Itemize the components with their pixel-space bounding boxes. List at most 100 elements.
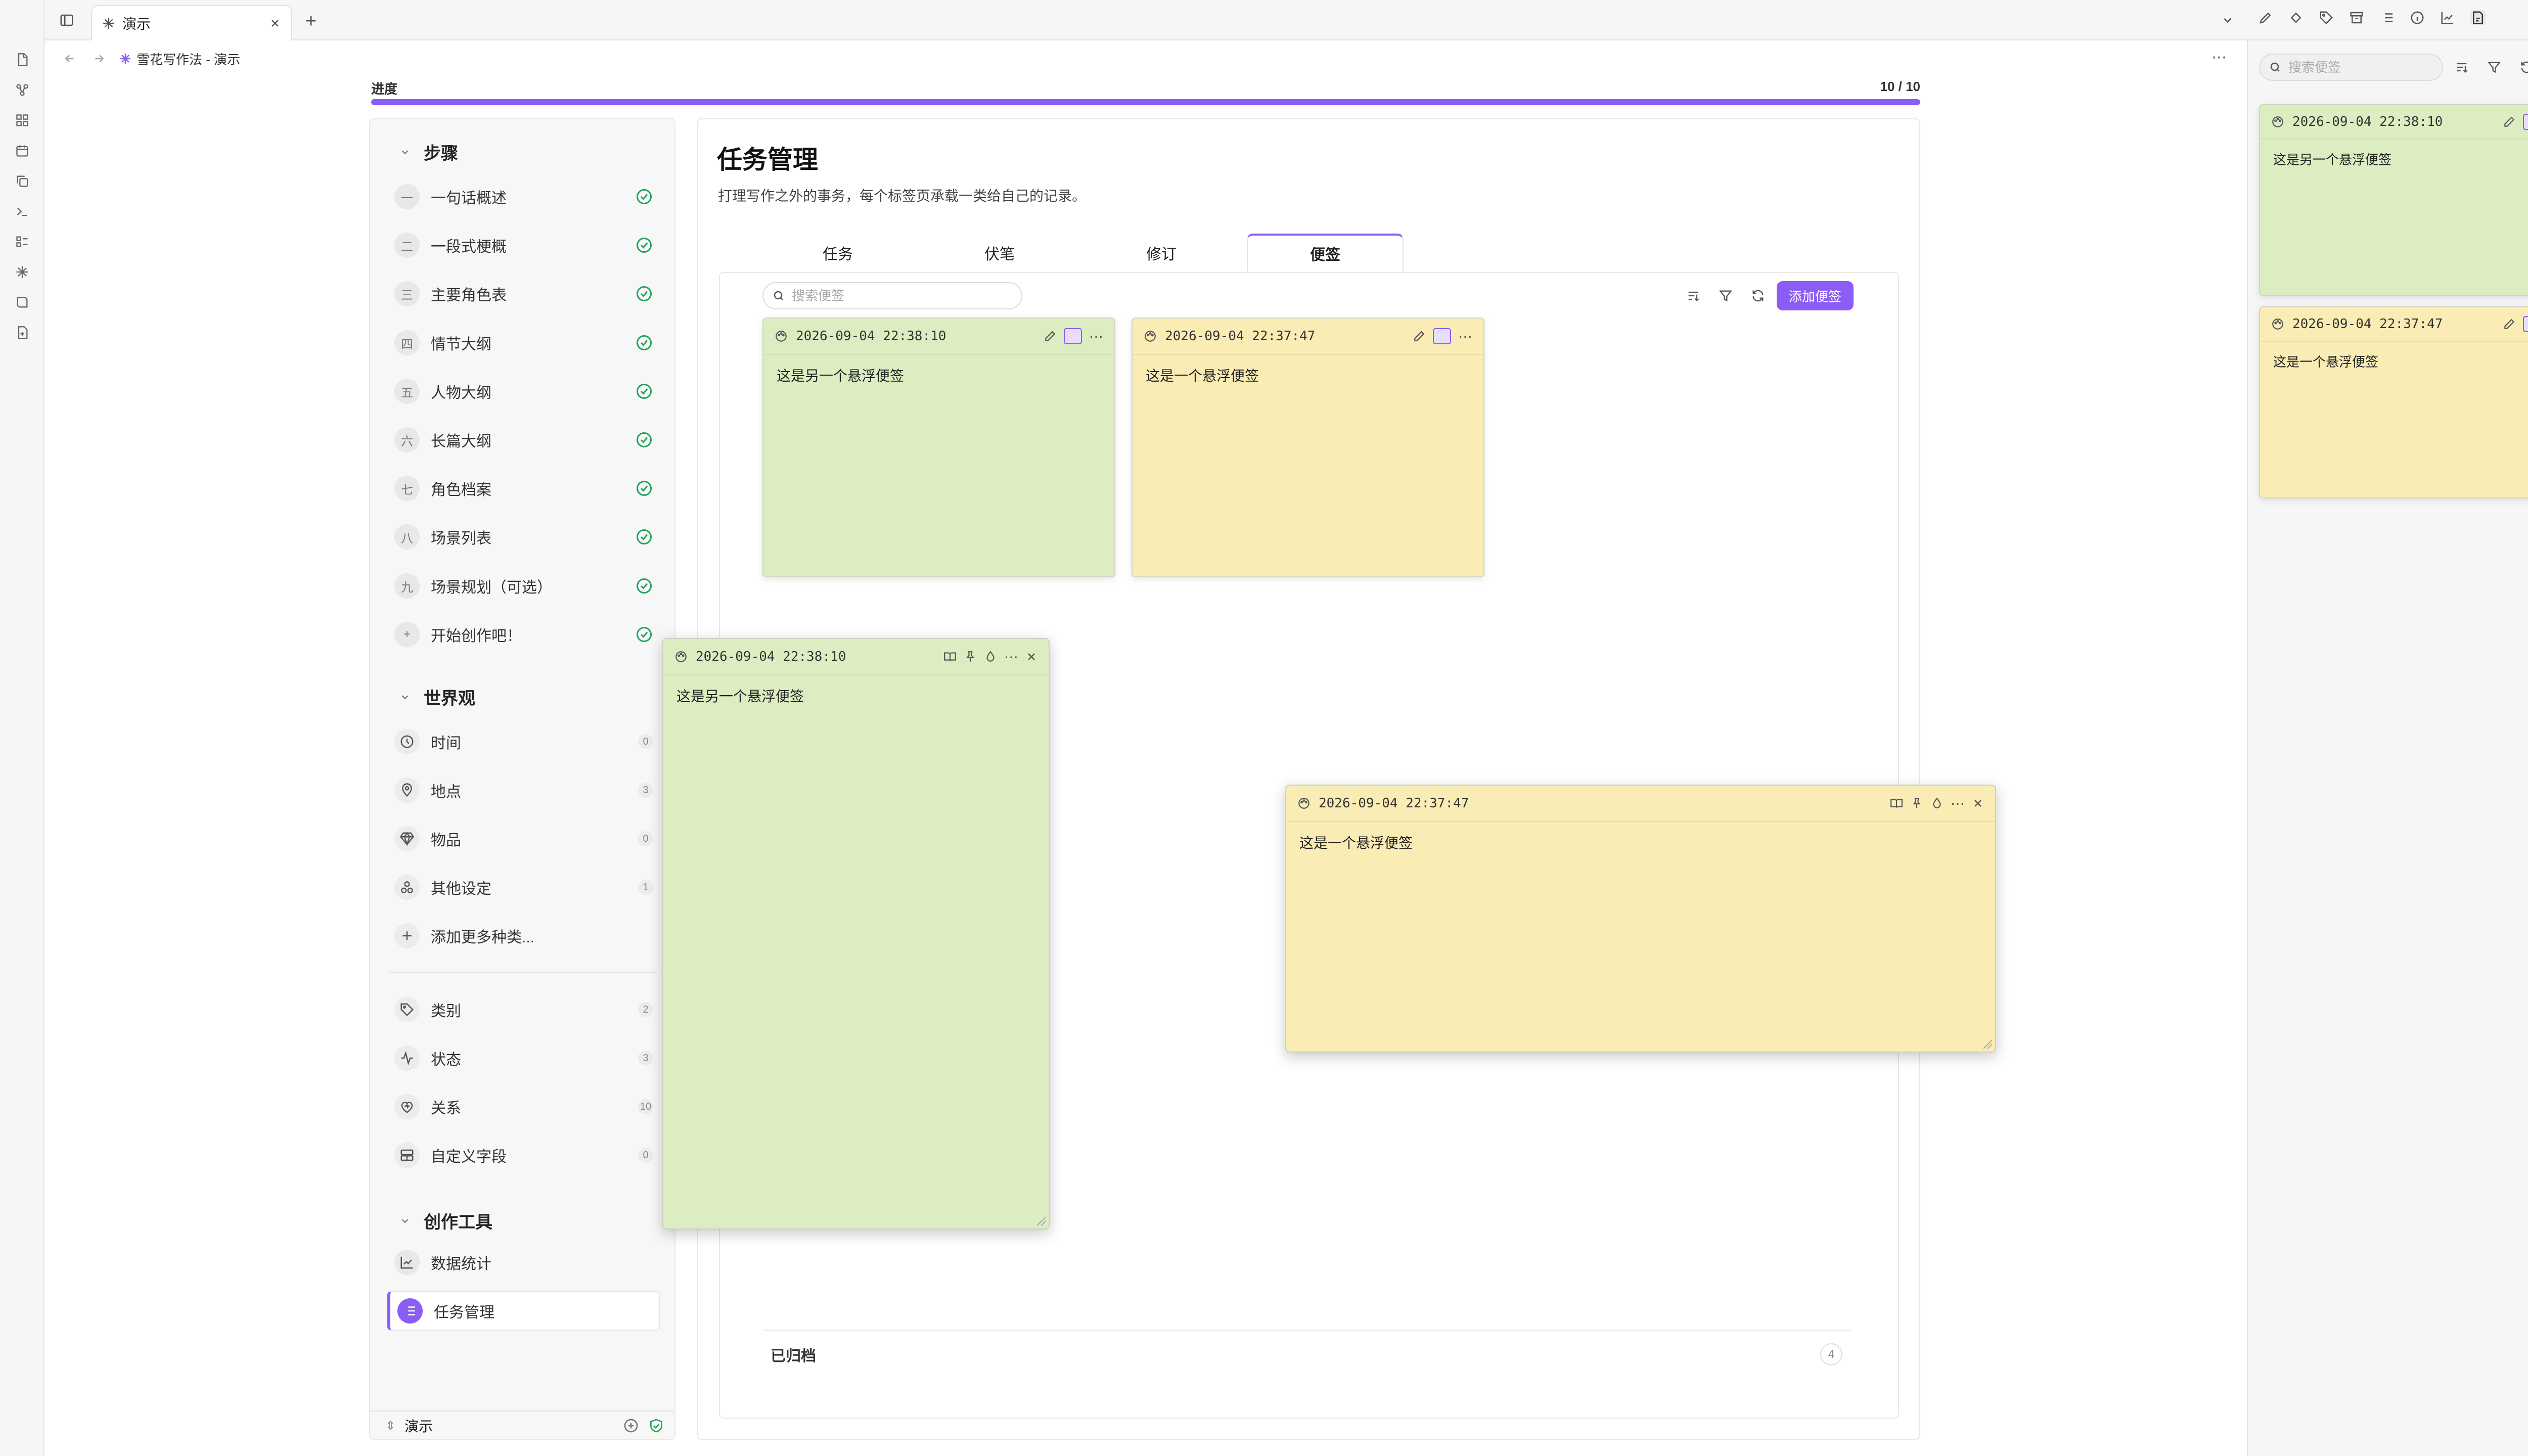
sort-icon[interactable] [2452,58,2471,77]
float-window-icon[interactable] [2523,316,2528,332]
close-icon[interactable] [1025,651,1037,663]
edit-icon[interactable] [1044,330,1057,343]
note-card[interactable]: 2026-09-04 22:37:47 ⋯ 这是一个悬浮便签 [1132,317,1484,577]
pin-icon[interactable] [964,650,977,663]
more-icon[interactable]: ⋯ [1089,328,1103,345]
edit-icon[interactable] [2503,115,2516,128]
resize-handle[interactable] [1982,1038,1992,1049]
tab-revisions[interactable]: 修订 [1083,234,1240,272]
note-card[interactable]: 2026-09-04 22:38:10 ⋯ 这是另一个悬浮便签 [762,317,1115,577]
floating-note[interactable]: 2026-09-04 22:38:10 ⋯ 这是另一个悬浮便签 [662,638,1050,1230]
tool-item[interactable]: 任务管理 [387,1291,660,1331]
droplet-icon[interactable] [984,650,997,663]
pin-icon[interactable] [1910,797,1923,810]
nav-item[interactable]: 状态 3 [387,1038,660,1078]
steps-section-header[interactable]: 步骤 [399,140,458,164]
chart-icon[interactable] [2440,10,2455,25]
resize-handle[interactable] [1035,1215,1046,1225]
forward-icon[interactable] [90,50,108,68]
step-item[interactable]: 二一段式梗概 [387,225,660,265]
tool-item[interactable]: 数据统计 [387,1243,660,1282]
tab-list-chevron-icon[interactable] [2219,11,2237,29]
float-window-icon[interactable] [1064,328,1082,344]
breadcrumb[interactable]: 雪花写作法 - 演示 [119,50,240,68]
edit-icon[interactable] [1413,330,1426,343]
step-item[interactable]: + 开始创作吧！ [387,615,660,654]
tab-foreshadowing[interactable]: 伏笔 [921,234,1078,272]
step-item[interactable]: 六长篇大纲 [387,420,660,460]
pen-icon[interactable] [2258,10,2273,25]
snowflake-icon[interactable] [13,263,31,281]
list-icon[interactable] [2379,10,2395,25]
palette-icon[interactable] [674,650,688,663]
new-tab-icon[interactable] [302,12,320,29]
calendar-icon[interactable] [13,142,31,160]
close-icon[interactable] [269,17,281,29]
sidebar-note-card[interactable]: 2026-09-04 22:37:47 ⋯ 这是一个悬浮便签 [2259,306,2528,498]
palette-icon[interactable] [2271,115,2284,128]
sidebar-toggle-icon[interactable] [57,10,77,30]
pen-tool-icon[interactable] [2288,10,2304,25]
sort-icon[interactable] [1684,286,1703,305]
nav-item[interactable]: 物品 0 [387,819,660,858]
book-open-icon[interactable] [943,650,957,663]
project-name[interactable]: 演示 [404,1416,614,1436]
export-icon[interactable] [13,324,31,342]
step-item[interactable]: 四情节大纲 [387,323,660,362]
palette-icon[interactable] [775,330,788,343]
nav-item[interactable]: 关系 10 [387,1087,660,1126]
more-icon[interactable]: ⋯ [1951,795,1965,812]
more-icon[interactable]: ⋯ [1458,328,1472,345]
list-check-icon[interactable] [13,233,31,251]
nav-item[interactable]: 自定义字段 0 [387,1135,660,1175]
search-input[interactable] [791,287,1021,304]
tag-icon[interactable] [2319,10,2334,25]
step-item[interactable]: 七角色档案 [387,469,660,508]
droplet-icon[interactable] [1930,797,1944,810]
nav-item[interactable]: 其他设定 1 [387,868,660,907]
close-icon[interactable] [1972,797,1984,809]
refresh-icon[interactable] [2517,58,2528,77]
add-circle-icon[interactable] [623,1418,639,1434]
sidebar-note-card[interactable]: 2026-09-04 22:38:10 ⋯ 这是另一个悬浮便签 [2259,104,2528,296]
copy-icon[interactable] [13,172,31,190]
step-item[interactable]: 三主要角色表 [387,274,660,313]
swap-icon[interactable]: ⇕ [385,1419,395,1433]
note-content[interactable]: 这是一个悬浮便签 [2260,342,2528,381]
tab-tasks[interactable]: 任务 [759,234,916,272]
note-content[interactable]: 这是一个悬浮便签 [1133,355,1483,395]
shield-check-icon[interactable] [648,1418,664,1434]
filter-icon[interactable] [2485,58,2504,77]
note-content[interactable]: 这是另一个悬浮便签 [663,675,1049,716]
nav-item[interactable]: 添加更多种类... [387,916,660,956]
palette-icon[interactable] [1297,797,1311,810]
step-item[interactable]: 八场景列表 [387,517,660,557]
nav-item[interactable]: 时间 0 [387,722,660,761]
note-content[interactable]: 这是另一个悬浮便签 [2260,140,2528,178]
terminal-icon[interactable] [13,202,31,220]
grid-icon[interactable] [13,111,31,129]
tools-section-header[interactable]: 创作工具 [399,1208,492,1233]
edit-icon[interactable] [2503,317,2516,331]
world-section-header[interactable]: 世界观 [399,685,475,709]
archive-icon[interactable] [2349,10,2364,25]
book-open-icon[interactable] [1890,797,1903,810]
archived-section[interactable]: 已归档 4 [762,1330,1850,1378]
back-icon[interactable] [61,50,79,68]
book-icon[interactable] [13,293,31,311]
info-icon[interactable] [2410,10,2425,25]
file-icon[interactable] [13,51,31,69]
note-content[interactable]: 这是一个悬浮便签 [1286,822,1995,862]
step-item[interactable]: 一一句话概述 [387,177,660,216]
palette-icon[interactable] [2271,317,2284,331]
step-item[interactable]: 五人物大纲 [387,372,660,411]
step-item[interactable]: 九场景规划（可选） [387,566,660,606]
tab-notes[interactable]: 便签 [1247,234,1404,272]
palette-icon[interactable] [1144,330,1157,343]
filter-icon[interactable] [1716,286,1735,305]
float-window-icon[interactable] [2523,114,2528,130]
more-options-icon[interactable]: ⋯ [2211,49,2227,66]
notes-panel-icon[interactable] [2470,10,2486,25]
add-note-button[interactable]: 添加便签 [1777,281,1854,310]
more-icon[interactable]: ⋯ [1004,649,1018,665]
